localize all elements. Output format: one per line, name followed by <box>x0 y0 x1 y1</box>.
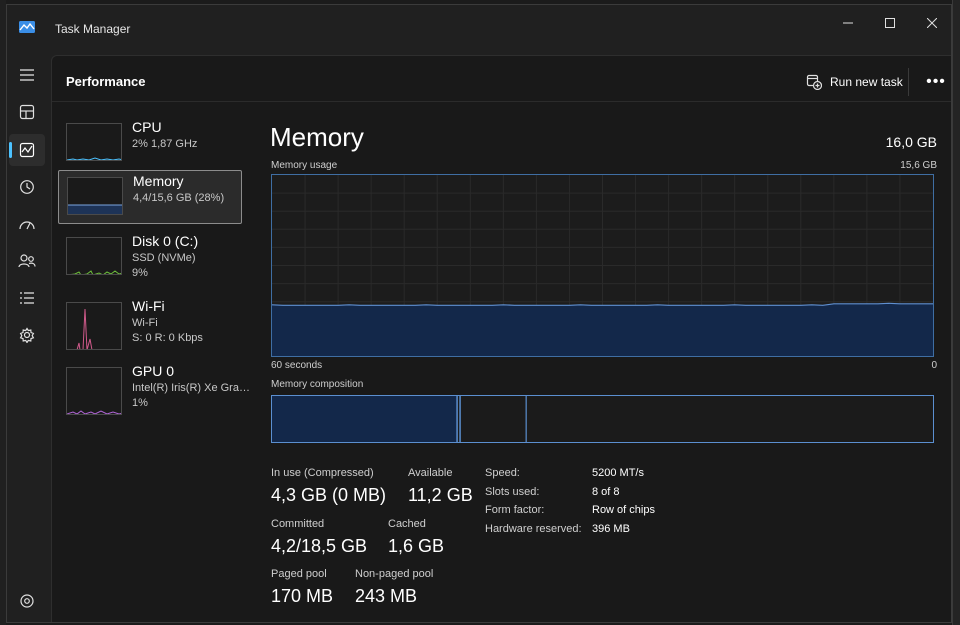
maximize-button[interactable] <box>867 9 913 37</box>
form-factor-label: Form factor: <box>485 504 545 516</box>
maximize-icon <box>885 18 895 28</box>
minimize-icon <box>843 22 853 24</box>
processes-icon[interactable] <box>15 100 39 124</box>
window-title: Task Manager <box>55 22 131 36</box>
committed-value: 4,2/18,5 GB <box>271 536 368 556</box>
paged-pool-label: Paged pool <box>271 568 327 580</box>
header-divider <box>52 101 951 102</box>
resource-name: GPU 0 <box>132 363 175 379</box>
details-icon[interactable] <box>15 286 39 310</box>
in-use-label: In use (Compressed) <box>271 467 374 479</box>
resource-detail: 2% 1,87 GHz <box>132 138 198 150</box>
composition-in-use <box>272 396 458 442</box>
detail-title: Memory <box>270 122 364 152</box>
memory-usage-max: 15,6 GB <box>900 160 937 171</box>
hamburger-menu-icon[interactable] <box>15 63 39 87</box>
memory-usage-graph <box>271 174 934 357</box>
resource-detail: SSD (NVMe) <box>132 252 196 264</box>
more-options-icon: ••• <box>926 73 946 90</box>
background-window-edge <box>952 0 960 625</box>
hardware-reserved-value: 396 MB <box>592 523 630 535</box>
memory-thumbnail-graph <box>67 177 123 215</box>
settings-icon[interactable] <box>15 589 39 613</box>
run-new-task-button[interactable]: Run new task <box>806 70 903 94</box>
cpu-thumbnail-graph <box>66 123 122 161</box>
resource-detail: 4,4/15,6 GB (28%) <box>133 192 225 204</box>
available-value: 11,2 GB <box>408 485 473 505</box>
app-history-icon[interactable] <box>15 175 39 199</box>
time-axis-end-label: 0 <box>931 360 937 371</box>
slots-used-label: Slots used: <box>485 486 540 498</box>
resource-name: Wi-Fi <box>132 298 165 314</box>
resource-detail: Wi-Fi <box>132 317 158 329</box>
run-new-task-label: Run new task <box>830 75 903 89</box>
memory-usage-label: Memory usage <box>271 160 338 171</box>
memory-usage-area <box>272 303 933 356</box>
wifi-thumbnail-graph <box>66 302 122 350</box>
slots-used-value: 8 of 8 <box>592 486 620 498</box>
speed-label: Speed: <box>485 467 520 479</box>
users-icon[interactable] <box>15 249 39 273</box>
minimize-button[interactable] <box>825 9 871 37</box>
resource-item-gpu[interactable]: GPU 0 Intel(R) Iris(R) Xe Graphics 1% <box>58 361 250 415</box>
close-button[interactable] <box>909 9 951 37</box>
run-new-task-icon <box>806 74 822 90</box>
resource-item-disk[interactable]: Disk 0 (C:) SSD (NVMe) 9% <box>58 231 242 285</box>
non-paged-pool-value: 243 MB <box>355 586 418 606</box>
toolbar-divider <box>908 68 909 96</box>
in-use-value: 4,3 GB (0 MB) <box>271 485 387 505</box>
memory-composition-bar <box>271 395 934 443</box>
paged-pool-value: 170 MB <box>271 586 334 606</box>
startup-apps-icon[interactable] <box>15 212 39 236</box>
close-icon <box>927 18 937 28</box>
available-label: Available <box>408 467 453 479</box>
services-icon[interactable] <box>15 323 39 347</box>
memory-total: 16,0 GB <box>885 134 937 150</box>
performance-icon[interactable] <box>15 138 39 162</box>
resource-item-cpu[interactable]: CPU 2% 1,87 GHz <box>58 117 242 171</box>
memory-composition-label: Memory composition <box>271 379 364 390</box>
cached-label: Cached <box>388 518 426 530</box>
page-title: Performance <box>66 74 146 89</box>
resource-detail: 9% <box>132 267 148 279</box>
resource-name: CPU <box>132 119 162 135</box>
resource-item-memory[interactable]: Memory 4,4/15,6 GB (28%) <box>58 170 242 224</box>
more-options-button[interactable]: ••• <box>924 70 948 94</box>
resource-detail: Intel(R) Iris(R) Xe Graphics <box>132 382 250 394</box>
form-factor-value: Row of chips <box>592 504 655 516</box>
hardware-reserved-label: Hardware reserved: <box>485 523 582 535</box>
main-panel: Performance Run new task ••• CPU 2% 1,87… <box>51 55 951 622</box>
non-paged-pool-label: Non-paged pool <box>355 568 434 580</box>
title-bar[interactable]: Task Manager <box>7 5 951 49</box>
resource-detail: 1% <box>132 397 148 409</box>
task-manager-window: Task Manager Performance Run new task ••… <box>6 4 952 623</box>
gpu-thumbnail-graph <box>66 367 122 415</box>
disk-thumbnail-graph <box>66 237 122 275</box>
speed-value: 5200 MT/s <box>592 467 644 479</box>
resource-name: Memory <box>133 173 184 189</box>
committed-label: Committed <box>271 518 325 530</box>
nav-active-indicator <box>9 142 12 158</box>
cached-value: 1,6 GB <box>388 536 445 556</box>
resource-detail: S: 0 R: 0 Kbps <box>132 332 203 344</box>
resource-item-wifi[interactable]: Wi-Fi Wi-Fi S: 0 R: 0 Kbps <box>58 296 242 350</box>
task-manager-app-icon <box>19 21 35 33</box>
time-axis-start-label: 60 seconds <box>271 360 323 371</box>
resource-name: Disk 0 (C:) <box>132 233 199 249</box>
